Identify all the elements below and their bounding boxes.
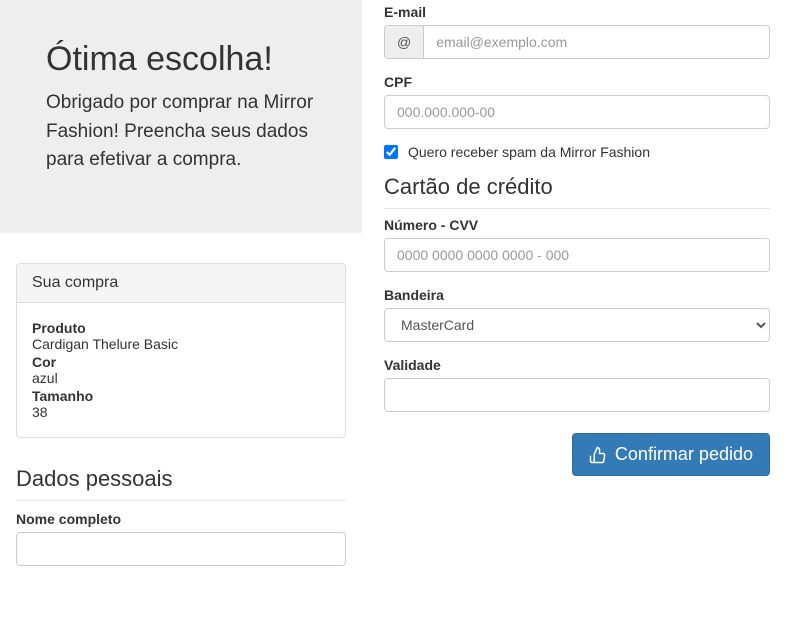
product-label: Produto [32, 320, 330, 336]
name-label: Nome completo [16, 511, 346, 527]
color-label: Cor [32, 354, 330, 370]
validity-input[interactable] [384, 378, 770, 412]
card-heading: Cartão de crédito [384, 174, 770, 209]
validity-label: Validade [384, 357, 770, 373]
email-label: E-mail [384, 4, 770, 20]
size-label: Tamanho [32, 388, 330, 404]
flag-select[interactable]: MasterCard [384, 308, 770, 342]
hero-subtitle: Obrigado por comprar na Mirror Fashion! … [46, 89, 316, 175]
email-input[interactable] [423, 25, 770, 59]
personal-heading: Dados pessoais [16, 466, 346, 501]
purchase-panel: Sua compra Produto Cardigan Thelure Basi… [16, 263, 346, 438]
name-input[interactable] [16, 532, 346, 566]
thumbs-up-icon [589, 446, 607, 464]
hero-banner: Ótima escolha! Obrigado por comprar na M… [0, 0, 362, 233]
cpf-input[interactable] [384, 95, 770, 129]
product-value: Cardigan Thelure Basic [32, 336, 330, 352]
purchase-panel-heading: Sua compra [17, 264, 345, 303]
color-value: azul [32, 370, 330, 386]
email-addon: @ [384, 25, 423, 59]
size-value: 38 [32, 404, 330, 420]
cpf-label: CPF [384, 74, 770, 90]
card-number-label: Número - CVV [384, 217, 770, 233]
spam-label: Quero receber spam da Mirror Fashion [408, 144, 650, 160]
confirm-label: Confirmar pedido [615, 444, 753, 465]
spam-checkbox[interactable] [384, 145, 398, 159]
card-number-input[interactable] [384, 238, 770, 272]
hero-title: Ótima escolha! [46, 40, 316, 79]
confirm-button[interactable]: Confirmar pedido [572, 433, 770, 476]
flag-label: Bandeira [384, 287, 770, 303]
